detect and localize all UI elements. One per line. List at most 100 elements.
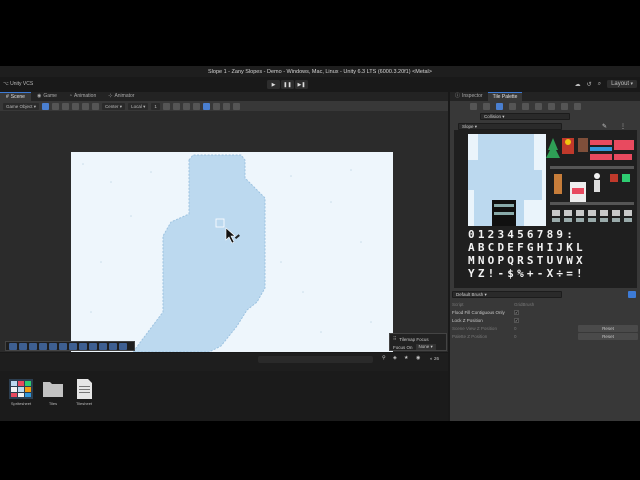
- reset-scene-z-button[interactable]: Reset: [578, 325, 638, 332]
- palette-dropdown[interactable]: Slope ▾: [458, 123, 562, 130]
- asset-label: Tilesheet: [75, 401, 93, 406]
- rect-tool-icon[interactable]: [82, 102, 90, 110]
- effects-icon[interactable]: [202, 102, 210, 110]
- brush-dropdown[interactable]: Default Brush ▾: [452, 291, 562, 298]
- tilemap-focus-title: Tilemap Focus: [399, 336, 429, 342]
- lock-z-checkbox[interactable]: ✓: [514, 318, 519, 323]
- play-button[interactable]: ▶: [267, 80, 280, 89]
- edit-icon[interactable]: ✎: [602, 123, 607, 130]
- palette-z-value[interactable]: 0: [514, 333, 517, 340]
- asset-spritesheet[interactable]: Spritesheet: [7, 378, 35, 406]
- paint-tool-icon[interactable]: [29, 342, 37, 350]
- step-button[interactable]: ▶❚: [295, 80, 308, 89]
- lock-z-row: Lock Z Position ✓: [452, 317, 638, 324]
- flood-fill-checkbox[interactable]: ✓: [514, 310, 519, 315]
- pick-tool-icon[interactable]: [49, 342, 57, 350]
- flip-y-icon[interactable]: [109, 342, 117, 350]
- grip-icon: ⠿: [393, 336, 397, 341]
- picker-icon[interactable]: [522, 102, 529, 110]
- visibility-icon[interactable]: [212, 102, 220, 110]
- tab-animation[interactable]: ◔ Animation: [63, 92, 102, 101]
- asset-tiles[interactable]: Tiles: [39, 378, 67, 406]
- pivot-dropdown[interactable]: Center ▾: [102, 102, 126, 110]
- focus-on-dropdown[interactable]: None ▾: [415, 344, 436, 350]
- animator-icon: ⊹: [108, 93, 113, 99]
- game-view[interactable]: [71, 152, 393, 352]
- layout-label: Layout: [611, 81, 630, 87]
- search-icon[interactable]: ⌕: [598, 81, 601, 88]
- history-icon[interactable]: ↺: [587, 81, 592, 88]
- right-tabs: ⓘ Inspector Tile Palette: [450, 92, 640, 101]
- tab-animator[interactable]: ⊹ Animator: [102, 92, 140, 101]
- move-tool-icon[interactable]: [52, 102, 60, 110]
- bucket-icon[interactable]: [548, 102, 555, 110]
- info-icon: ⓘ: [455, 93, 461, 99]
- flood-fill-label: Flood Fill Contiguous Only: [452, 310, 505, 315]
- game-object-dropdown[interactable]: Game Object ▾: [3, 102, 40, 110]
- flip-icon[interactable]: [574, 102, 581, 110]
- vcs-label: Unity VCS: [10, 81, 34, 87]
- palette-grid[interactable]: 0123456789: ABCDEFGHIJKL MNOPQRSTUVWX YZ…: [454, 130, 637, 288]
- camera-icon[interactable]: [222, 102, 230, 110]
- box-icon[interactable]: [509, 102, 516, 110]
- eraser-icon[interactable]: [535, 102, 542, 110]
- filter-icon[interactable]: ⚲: [382, 355, 386, 361]
- layout-dropdown[interactable]: Layout ▾: [607, 80, 637, 88]
- scene-viewport[interactable]: ⠿ Tilemap Focus Focus On None ▾: [0, 111, 448, 352]
- tab-game[interactable]: ◉ Game: [31, 92, 63, 101]
- label-icon[interactable]: ◈: [393, 355, 397, 361]
- tab-inspector[interactable]: ⓘ Inspector: [450, 92, 488, 101]
- box-fill-icon[interactable]: [39, 342, 47, 350]
- left-tabs: # Scene ◉ Game ◔ Animation ⊹ Animator: [0, 92, 448, 101]
- scene-view-z-value[interactable]: 0: [514, 325, 517, 332]
- hand-tool-icon[interactable]: [42, 102, 50, 110]
- lighting-icon[interactable]: [182, 102, 190, 110]
- brush-settings-icon[interactable]: [628, 291, 636, 298]
- tab-label: Animation: [74, 93, 97, 99]
- tab-label: Animator: [114, 93, 135, 99]
- spritesheet-icon: [9, 379, 33, 399]
- select-tool-icon[interactable]: [9, 342, 17, 350]
- focus-on-value: None: [418, 344, 430, 349]
- rotate-icon[interactable]: [561, 102, 568, 110]
- cloud-icon[interactable]: ☁: [575, 81, 581, 88]
- rotate-cw-icon[interactable]: [79, 342, 87, 350]
- pause-button[interactable]: ❚❚: [281, 80, 294, 89]
- draw-mode-icon[interactable]: [162, 102, 170, 110]
- project-assets: Spritesheet Tiles Tilesheet: [0, 371, 448, 421]
- left-panel: # Scene ◉ Game ◔ Animation ⊹ Animator Game O…: [0, 92, 448, 421]
- paint-brush-icon[interactable]: [496, 102, 503, 110]
- erase-tool-icon[interactable]: [59, 342, 67, 350]
- snap-field[interactable]: 1: [151, 102, 160, 110]
- project-search-input[interactable]: [258, 356, 373, 363]
- settings-icon[interactable]: ⋮: [620, 123, 626, 130]
- tab-tile-palette[interactable]: Tile Palette: [487, 92, 523, 101]
- rotate-ccw-icon[interactable]: [89, 342, 97, 350]
- gizmos-icon[interactable]: [232, 102, 240, 110]
- audio-icon[interactable]: [192, 102, 200, 110]
- star-icon[interactable]: ★: [404, 355, 408, 361]
- tile-palette-overlay: [5, 341, 135, 351]
- script-value: GridBrush: [514, 302, 535, 307]
- tab-scene[interactable]: # Scene: [0, 92, 31, 101]
- transform-tool-icon[interactable]: [92, 102, 100, 110]
- active-tilemap-dropdown[interactable]: Collision ▾: [480, 113, 570, 120]
- reset-palette-z-button[interactable]: Reset: [578, 333, 638, 340]
- space-dropdown[interactable]: Local ▾: [128, 102, 149, 110]
- 2d-toggle-icon[interactable]: [172, 102, 180, 110]
- vcs-dropdown[interactable]: ⌥ Unity VCS: [3, 81, 33, 87]
- eye-icon[interactable]: ◉: [416, 355, 420, 361]
- select-icon[interactable]: [470, 102, 477, 110]
- scale-tool-icon[interactable]: [72, 102, 80, 110]
- asset-tilesheet[interactable]: Tilesheet: [70, 378, 98, 406]
- glyph-row: ABCDEFGHIJKL: [468, 241, 586, 254]
- zoom-icon[interactable]: [119, 342, 127, 350]
- flip-x-icon[interactable]: [99, 342, 107, 350]
- brush-name: Default Brush: [456, 292, 484, 297]
- project-header: ⚲ ◈ ★ ◉ ◐ 26: [0, 353, 448, 371]
- lock-z-label: Lock Z Position: [452, 318, 483, 323]
- move-icon[interactable]: [483, 102, 490, 110]
- move-tile-icon[interactable]: [19, 342, 27, 350]
- fill-tool-icon[interactable]: [69, 342, 77, 350]
- rotate-tool-icon[interactable]: [62, 102, 70, 110]
